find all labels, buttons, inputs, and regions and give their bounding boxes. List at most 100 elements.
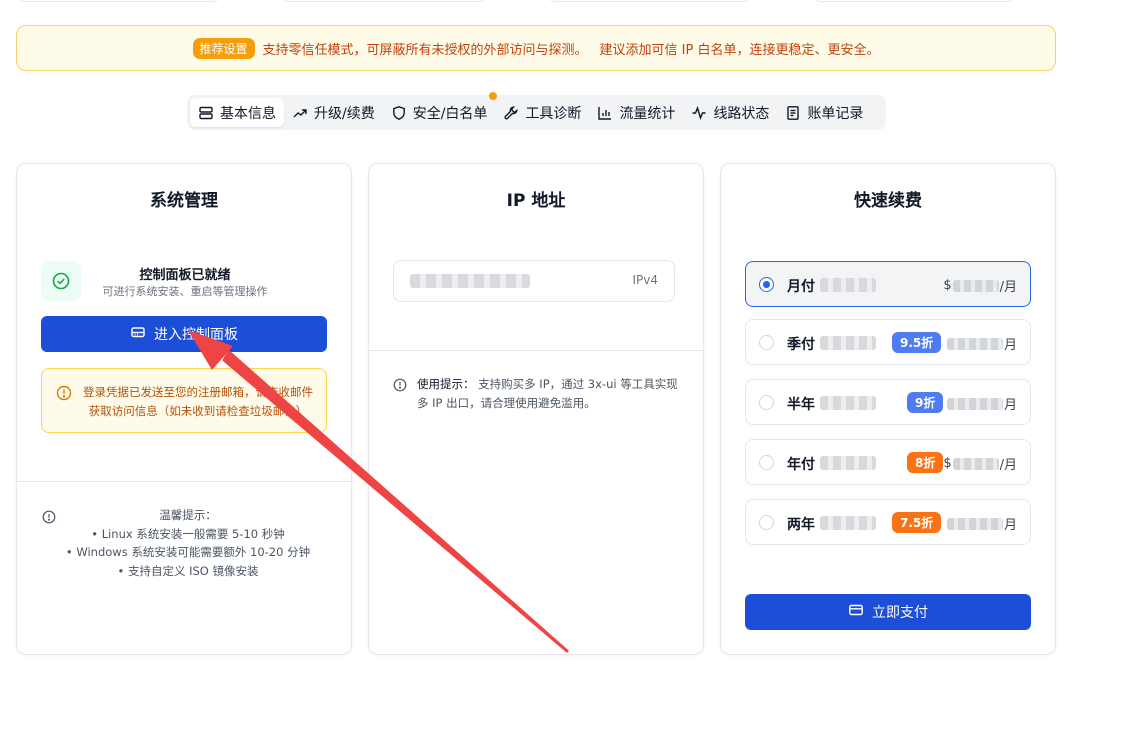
tab-label: 安全/白名单 — [412, 105, 488, 122]
discount-badge: 9.5折 — [892, 332, 942, 353]
plan-price: 月 — [946, 394, 1017, 413]
credit-card-icon — [848, 602, 864, 622]
quick-renew-card: 快速续费 月付 $ /月 季付 9.5折 月 半年 9折 月 年付 8折 $ /… — [720, 163, 1056, 655]
tip-item: • Linux 系统安装一般需要 5-10 秒钟 — [91, 526, 285, 541]
warning-icon — [56, 385, 72, 405]
info-icon — [393, 377, 407, 396]
tab-bar: 基本信息 升级/续费 安全/白名单 工具诊断 流量统计 线路状态 账单记录 — [187, 92, 886, 130]
enter-panel-button[interactable]: 进入控制面板 — [41, 316, 327, 352]
card-title: IP 地址 — [506, 191, 566, 211]
panel-status-title: 控制面板已就绪 — [139, 268, 231, 283]
tip-item: • 支持自定义 ISO 镜像安装 — [117, 563, 259, 578]
redacted-price — [946, 337, 1003, 350]
pay-now-button[interactable]: 立即支付 — [745, 594, 1031, 630]
plan-price: 月 — [946, 514, 1017, 533]
radio-button[interactable] — [759, 277, 774, 292]
radio-button[interactable] — [759, 455, 774, 470]
redacted-text — [820, 516, 876, 530]
server-icon — [198, 105, 214, 121]
panel-status-subtitle: 可进行系统安装、重启等管理操作 — [102, 285, 268, 298]
price-unit: /月 — [999, 280, 1017, 295]
card-title: 快速续费 — [854, 191, 922, 211]
card-divider — [17, 481, 351, 482]
redacted-text — [820, 336, 876, 350]
receipt-icon — [785, 105, 801, 121]
credentials-warning: 登录凭据已发送至您的注册邮箱，请查收邮件获取访问信息（如未收到请检查垃圾邮件） — [41, 368, 327, 433]
tab-label: 工具诊断 — [525, 105, 582, 122]
redacted-price — [952, 279, 999, 292]
top-card-stub — [16, 0, 222, 2]
tips-block: 温馨提示： • Linux 系统安装一般需要 5-10 秒钟 • Windows… — [57, 506, 319, 580]
tab-upgrade[interactable]: 升级/续费 — [284, 98, 383, 127]
plan-name: 月付 — [787, 279, 815, 295]
price-unit: 月 — [1003, 398, 1017, 413]
drive-icon — [130, 324, 146, 344]
tab-label: 线路状态 — [713, 105, 770, 122]
tab-traffic[interactable]: 流量统计 — [589, 98, 683, 127]
plan-name: 两年 — [787, 517, 815, 533]
top-card-stub — [281, 0, 487, 2]
discount-badge: 9折 — [907, 392, 944, 413]
system-management-card: 系统管理 控制面板已就绪 可进行系统安装、重启等管理操作 进入控制面板 登录凭据… — [16, 163, 352, 655]
tip-item: • Windows 系统安装可能需要额外 10-20 分钟 — [65, 545, 311, 559]
discount-badge: 8折 — [907, 452, 944, 473]
redacted-text — [820, 278, 876, 292]
tab-label: 流量统计 — [619, 105, 676, 122]
tab-billing[interactable]: 账单记录 — [777, 98, 871, 127]
tab-basic-info[interactable]: 基本信息 — [190, 98, 284, 127]
redacted-price — [946, 397, 1003, 410]
tips-title: 温馨提示： — [159, 508, 217, 522]
ip-address-field[interactable]: IPv4 — [393, 260, 675, 302]
card-divider — [369, 350, 703, 351]
plan-name: 半年 — [787, 397, 815, 413]
info-icon — [42, 509, 56, 528]
tab-label: 升级/续费 — [314, 105, 375, 122]
radio-button[interactable] — [759, 515, 774, 530]
redacted-price — [946, 517, 1003, 530]
top-card-stub — [546, 0, 752, 2]
discount-badge: 7.5折 — [892, 512, 942, 533]
banner-text: 支持零信任模式，可屏蔽所有未授权的外部访问与探测。 — [262, 42, 588, 58]
shield-icon — [391, 105, 407, 121]
price-unit: /月 — [999, 458, 1017, 473]
radio-button[interactable] — [759, 395, 774, 410]
price-currency: $ — [943, 278, 952, 293]
check-circle-icon — [41, 261, 81, 301]
price-unit: 月 — [1003, 518, 1017, 533]
redacted-text — [820, 396, 876, 410]
recommend-badge: 推荐设置 — [192, 37, 255, 59]
price-unit: 月 — [1003, 338, 1017, 353]
redacted-ip — [410, 274, 530, 288]
pay-now-label: 立即支付 — [872, 605, 928, 621]
plan-price: 月 — [946, 334, 1017, 353]
recommendation-banner: 推荐设置 支持零信任模式，可屏蔽所有未授权的外部访问与探测。 建议添加可信 IP… — [16, 25, 1056, 71]
plan-option-two-years[interactable]: 两年 7.5折 月 — [745, 499, 1031, 545]
enter-panel-label: 进入控制面板 — [154, 327, 238, 343]
tab-tools[interactable]: 工具诊断 — [495, 98, 589, 127]
tip-lead: 使用提示： — [417, 377, 475, 391]
bar-chart-icon — [597, 105, 613, 121]
plan-option-monthly[interactable]: 月付 $ /月 — [745, 261, 1031, 307]
plan-option-yearly[interactable]: 年付 8折 $ /月 — [745, 439, 1031, 485]
top-card-stub — [811, 0, 1017, 2]
plan-price: $ /月 — [943, 454, 1017, 473]
tab-security[interactable]: 安全/白名单 — [383, 92, 498, 127]
ip-address-card: IP 地址 IPv4 使用提示： 支持购买多 IP，通过 3x-ui 等工具实现… — [368, 163, 704, 655]
redacted-text — [820, 456, 876, 470]
ip-version-label: IPv4 — [632, 273, 658, 287]
tab-label: 账单记录 — [807, 105, 864, 122]
activity-icon — [691, 105, 707, 121]
warning-text: 登录凭据已发送至您的注册邮箱，请查收邮件获取访问信息（如未收到请检查垃圾邮件） — [83, 385, 313, 418]
plan-price: $ /月 — [943, 276, 1017, 295]
banner-text-link[interactable]: 建议添加可信 IP 白名单，连接更稳定、更安全。 — [600, 39, 880, 58]
plan-option-quarterly[interactable]: 季付 9.5折 月 — [745, 319, 1031, 365]
plan-option-half-year[interactable]: 半年 9折 月 — [745, 379, 1031, 425]
tab-line-status[interactable]: 线路状态 — [683, 98, 777, 127]
ip-usage-tip: 使用提示： 支持购买多 IP，通过 3x-ui 等工具实现多 IP 出口，请合理… — [417, 375, 681, 413]
wrench-icon — [503, 105, 519, 121]
redacted-price — [952, 457, 999, 470]
radio-button[interactable] — [759, 335, 774, 350]
tab-label: 基本信息 — [220, 105, 276, 122]
plan-name: 年付 — [787, 457, 815, 473]
trend-up-icon — [292, 105, 308, 121]
